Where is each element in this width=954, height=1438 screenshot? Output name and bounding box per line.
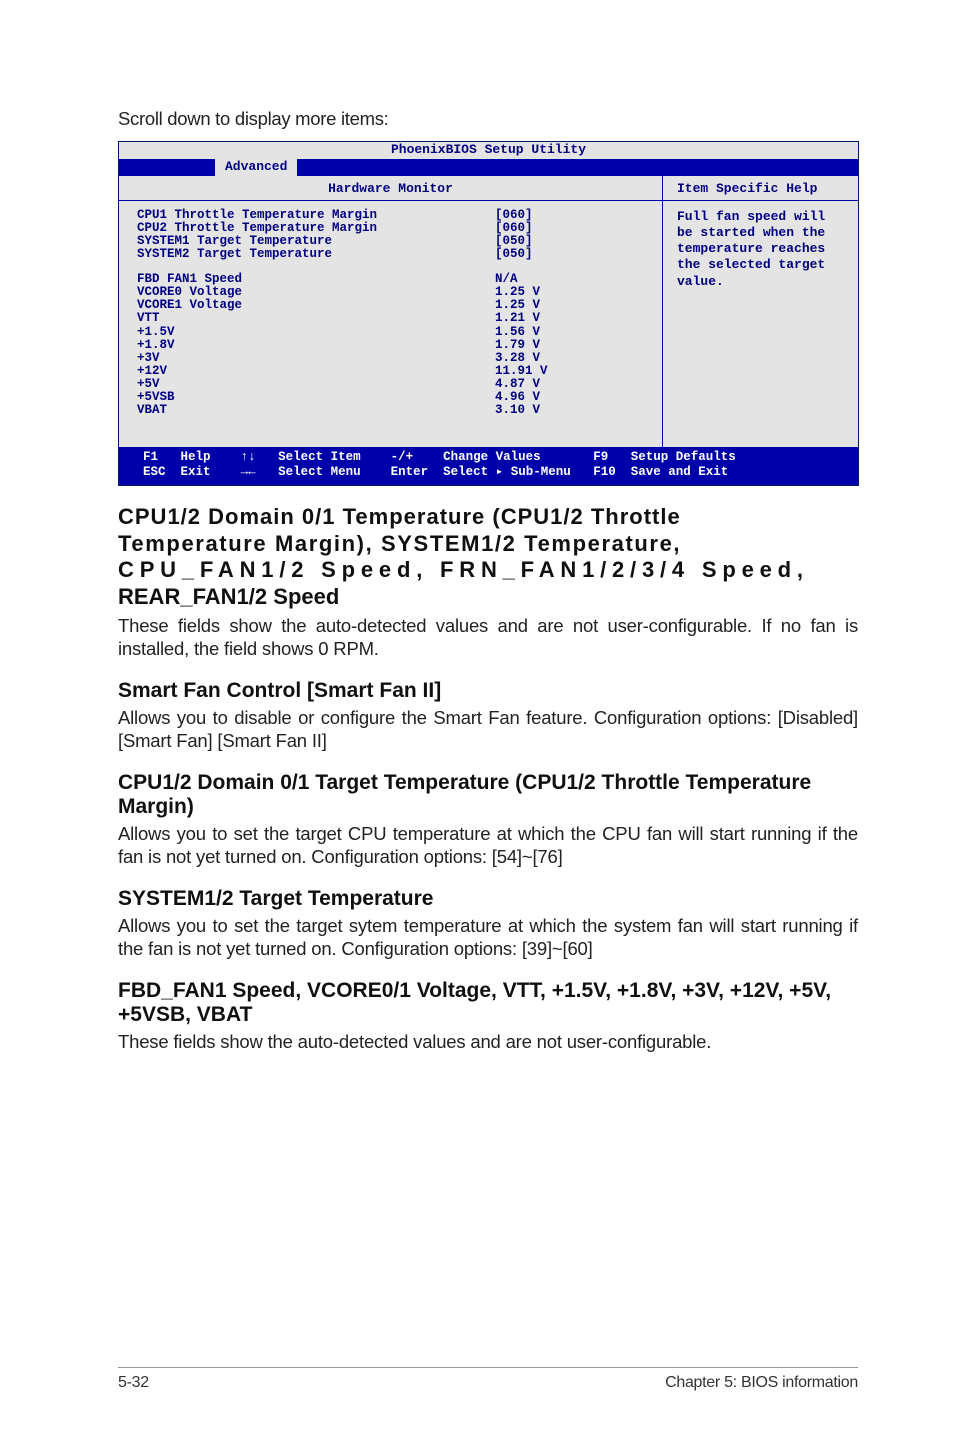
- section-body: These fields show the auto-detected valu…: [118, 615, 858, 661]
- bios-rows: CPU1 Throttle Temperature Margin[060] CP…: [119, 201, 662, 442]
- row-label: CPU1 Throttle Temperature Margin: [137, 209, 495, 222]
- row-label: SYSTEM2 Target Temperature: [137, 248, 495, 261]
- row-value: [060]: [495, 209, 533, 222]
- row-label: SYSTEM1 Target Temperature: [137, 235, 495, 248]
- section-heading: CPU1/2 Domain 0/1 Target Temperature (CP…: [118, 771, 858, 819]
- bios-screenshot: PhoenixBIOS Setup Utility Advanced Hardw…: [118, 141, 859, 486]
- footer-f1: F1: [143, 450, 181, 466]
- bios-title: PhoenixBIOS Setup Utility: [119, 142, 858, 159]
- row-label: +5VSB: [137, 391, 495, 404]
- row-value: 3.28 V: [495, 352, 540, 365]
- row-value: 3.10 V: [495, 404, 540, 417]
- chapter-label: Chapter 5: BIOS information: [665, 1374, 858, 1392]
- table-row: +12V11.91 V: [137, 365, 652, 378]
- section-body: These fields show the auto-detected valu…: [118, 1031, 858, 1054]
- row-label: +3V: [137, 352, 495, 365]
- leftright-icon: →←: [241, 465, 279, 481]
- bios-tab-advanced: Advanced: [215, 159, 297, 176]
- section-body: Allows you to set the target CPU tempera…: [118, 823, 858, 869]
- row-label: +1.5V: [137, 326, 495, 339]
- section-body: Allows you to disable or configure the S…: [118, 707, 858, 753]
- bios-tabrow: Advanced: [119, 159, 858, 176]
- row-label: VBAT: [137, 404, 495, 417]
- intro-text: Scroll down to display more items:: [118, 108, 858, 131]
- footer-select-item: Select Item: [278, 450, 391, 466]
- table-row: SYSTEM2 Target Temperature[050]: [137, 248, 652, 261]
- table-row: SYSTEM1 Target Temperature[050]: [137, 235, 652, 248]
- footer-exit: Exit: [181, 465, 241, 481]
- table-row: +1.5V1.56 V: [137, 326, 652, 339]
- footer-help: Help: [181, 450, 241, 466]
- footer-f10: F10: [593, 465, 631, 481]
- section-heading: SYSTEM1/2 Target Temperature: [118, 887, 858, 911]
- row-label: +1.8V: [137, 339, 495, 352]
- section-heading: CPU1/2 Domain 0/1 Temperature (CPU1/2 Th…: [118, 504, 858, 611]
- row-label: VCORE1 Voltage: [137, 299, 495, 312]
- row-value: [060]: [495, 222, 533, 235]
- row-value: [050]: [495, 248, 533, 261]
- table-row: CPU1 Throttle Temperature Margin[060]: [137, 209, 652, 222]
- row-value: 1.79 V: [495, 339, 540, 352]
- footer-f9: F9: [593, 450, 631, 466]
- section-body: Allows you to set the target sytem tempe…: [118, 915, 858, 961]
- row-label: VTT: [137, 312, 495, 325]
- page-footer: 5-32 Chapter 5: BIOS information: [118, 1367, 858, 1392]
- footer-esc: ESC: [143, 465, 181, 481]
- bios-help-title: Item Specific Help: [663, 176, 858, 201]
- footer-select-sub: Select ▸ Sub-Menu: [443, 465, 593, 481]
- table-row: +1.8V1.79 V: [137, 339, 652, 352]
- row-value: [050]: [495, 235, 533, 248]
- footer-select-menu: Select Menu: [278, 465, 391, 481]
- table-row: VBAT3.10 V: [137, 404, 652, 417]
- section-heading: FBD_FAN1 Speed, VCORE0/1 Voltage, VTT, +…: [118, 979, 858, 1027]
- table-row: VTT1.21 V: [137, 312, 652, 325]
- footer-save-exit: Save and Exit: [631, 465, 729, 481]
- footer-enter: Enter: [391, 465, 444, 481]
- row-value: 1.56 V: [495, 326, 540, 339]
- bios-footer: F1 Help ↑↓ Select Item -/+ Change Values…: [119, 447, 858, 485]
- row-label: +12V: [137, 365, 495, 378]
- row-value: 1.21 V: [495, 312, 540, 325]
- row-label: +5V: [137, 378, 495, 391]
- table-row: CPU2 Throttle Temperature Margin[060]: [137, 222, 652, 235]
- page-number: 5-32: [118, 1374, 149, 1392]
- bios-panel-title: Hardware Monitor: [119, 176, 662, 201]
- footer-setup-defaults: Setup Defaults: [631, 450, 736, 466]
- bios-help-body: Full fan speed will be started when the …: [663, 201, 858, 447]
- row-label: CPU2 Throttle Temperature Margin: [137, 222, 495, 235]
- updown-icon: ↑↓: [241, 450, 279, 466]
- section-heading: Smart Fan Control [Smart Fan II]: [118, 679, 858, 703]
- table-row: +5VSB4.96 V: [137, 391, 652, 404]
- table-row: +5V4.87 V: [137, 378, 652, 391]
- table-row: +3V3.28 V: [137, 352, 652, 365]
- footer-pm: -/+: [391, 450, 444, 466]
- footer-change-values: Change Values: [443, 450, 593, 466]
- table-row: VCORE1 Voltage1.25 V: [137, 299, 652, 312]
